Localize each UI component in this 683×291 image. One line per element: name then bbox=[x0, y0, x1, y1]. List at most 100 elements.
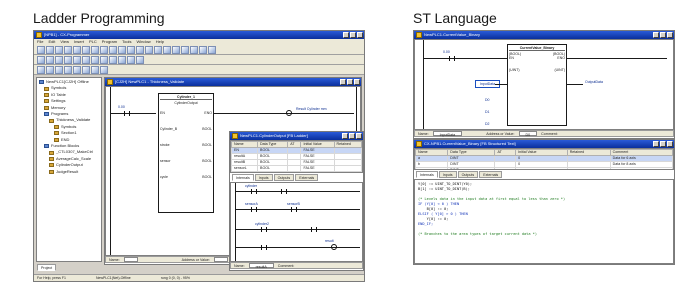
menu-program[interactable]: Program bbox=[102, 39, 117, 45]
function-block-current-value[interactable]: CurrentValue_Binary (BOOL) (BOOL) EN ENO (… bbox=[507, 44, 567, 126]
comment-icon[interactable] bbox=[127, 56, 135, 64]
instruction-icon[interactable] bbox=[91, 56, 99, 64]
tab-outputs[interactable]: Outputs bbox=[457, 171, 479, 178]
find-icon[interactable] bbox=[118, 46, 126, 54]
cut-icon[interactable] bbox=[73, 46, 81, 54]
function-block-cylinder[interactable]: Cylinder_1 CylinderOutput EN ENO Cylinder… bbox=[158, 93, 214, 213]
contact[interactable] bbox=[291, 207, 297, 212]
menu-edit[interactable]: Edit bbox=[48, 39, 55, 45]
infobar-name-field[interactable] bbox=[123, 257, 138, 262]
data-trace-icon[interactable] bbox=[100, 66, 108, 74]
force-icon[interactable] bbox=[64, 66, 72, 74]
nc-coil-icon[interactable] bbox=[82, 56, 90, 64]
mode-program-icon[interactable] bbox=[37, 66, 45, 74]
no-contact-icon[interactable] bbox=[37, 56, 45, 64]
maximize-icon[interactable] bbox=[350, 32, 356, 38]
contact[interactable] bbox=[311, 227, 317, 232]
close-icon[interactable] bbox=[357, 32, 363, 38]
tab-internals[interactable]: Internals bbox=[232, 174, 254, 181]
no-coil-icon[interactable] bbox=[73, 56, 81, 64]
compile-icon[interactable] bbox=[145, 46, 153, 54]
tab-internals[interactable]: Internals bbox=[416, 171, 438, 178]
transfer-icon[interactable] bbox=[136, 46, 144, 54]
horizontal-line-icon[interactable] bbox=[64, 56, 72, 64]
maximize-icon[interactable] bbox=[660, 32, 666, 38]
online-icon[interactable] bbox=[127, 46, 135, 54]
copy-icon[interactable] bbox=[82, 46, 90, 54]
paste-icon[interactable] bbox=[91, 46, 99, 54]
st-code-editor[interactable]: Y[0] := UINT_TO_DINT(Y0); B[1] := UINT_TO… bbox=[414, 179, 674, 264]
menu-window[interactable]: Window bbox=[136, 39, 150, 45]
infobar-name-field[interactable]: InputData bbox=[432, 131, 463, 137]
st-language-caption: ST Language bbox=[413, 10, 497, 26]
table-row[interactable]: sensorRBOOL FALSE bbox=[231, 171, 362, 172]
open-file-icon[interactable] bbox=[46, 46, 54, 54]
coil[interactable] bbox=[286, 110, 292, 116]
nc-contact-icon[interactable] bbox=[46, 56, 54, 64]
tree-item[interactable]: JudgeResult bbox=[39, 169, 99, 175]
menu-help[interactable]: Help bbox=[156, 39, 164, 45]
fb-icon[interactable] bbox=[199, 46, 207, 54]
menu-plc[interactable]: PLC bbox=[89, 39, 97, 45]
menu-view[interactable]: View bbox=[60, 39, 69, 45]
minimize-icon[interactable] bbox=[343, 32, 349, 38]
close-icon[interactable] bbox=[356, 133, 362, 139]
menu-tools[interactable]: Tools bbox=[122, 39, 131, 45]
monitor-icon[interactable] bbox=[154, 46, 162, 54]
infobar-address-field[interactable]: D0 bbox=[518, 131, 538, 137]
close-icon[interactable] bbox=[667, 141, 673, 147]
fb-call-icon[interactable] bbox=[100, 56, 108, 64]
undo-icon[interactable] bbox=[100, 46, 108, 54]
tab-project[interactable]: Project bbox=[37, 264, 57, 271]
contact[interactable] bbox=[261, 245, 267, 250]
grid-icon[interactable] bbox=[172, 46, 180, 54]
maximize-icon[interactable] bbox=[347, 79, 353, 85]
coil-icon[interactable] bbox=[190, 46, 198, 54]
fb-port-row: EN ENO bbox=[509, 56, 565, 60]
close-icon[interactable] bbox=[354, 79, 360, 85]
menu-insert[interactable]: Insert bbox=[74, 39, 84, 45]
minimize-icon[interactable] bbox=[653, 141, 659, 147]
infobar-name-field[interactable]: resultA bbox=[248, 263, 274, 269]
tab-inputs[interactable]: Inputs bbox=[438, 171, 457, 178]
contact[interactable] bbox=[261, 227, 267, 232]
tab-externals[interactable]: Externals bbox=[479, 171, 503, 178]
tab-outputs[interactable]: Outputs bbox=[273, 174, 295, 181]
contact[interactable] bbox=[449, 56, 455, 61]
menu-file[interactable]: File bbox=[37, 39, 43, 45]
minimize-icon[interactable] bbox=[342, 133, 348, 139]
rung-label: result bbox=[325, 239, 334, 243]
mode-monitor-icon[interactable] bbox=[55, 66, 63, 74]
contact-icon[interactable] bbox=[181, 46, 189, 54]
contact[interactable] bbox=[124, 111, 130, 116]
st-icon[interactable] bbox=[109, 56, 117, 64]
maximize-icon[interactable] bbox=[349, 133, 355, 139]
new-file-icon[interactable] bbox=[37, 46, 45, 54]
print-icon[interactable] bbox=[64, 46, 72, 54]
tab-externals[interactable]: Externals bbox=[295, 174, 319, 181]
bookmark-icon[interactable] bbox=[136, 56, 144, 64]
rung-icon[interactable] bbox=[118, 56, 126, 64]
fb-output: BOOL bbox=[202, 127, 212, 131]
zoom-icon[interactable] bbox=[163, 46, 171, 54]
minimize-icon[interactable] bbox=[340, 79, 346, 85]
contact[interactable] bbox=[251, 207, 257, 212]
vertical-line-icon[interactable] bbox=[55, 56, 63, 64]
contact[interactable] bbox=[251, 189, 257, 194]
fb-icon bbox=[49, 150, 54, 155]
help-icon[interactable] bbox=[208, 46, 216, 54]
diff-icon[interactable] bbox=[91, 66, 99, 74]
maximize-icon[interactable] bbox=[660, 141, 666, 147]
infobar-address-field[interactable] bbox=[213, 257, 228, 262]
close-icon[interactable] bbox=[667, 32, 673, 38]
reset-icon[interactable] bbox=[82, 66, 90, 74]
tab-inputs[interactable]: Inputs bbox=[254, 174, 273, 181]
save-icon[interactable] bbox=[55, 46, 63, 54]
contact[interactable] bbox=[281, 189, 287, 194]
mode-run-icon[interactable] bbox=[46, 66, 54, 74]
table-row[interactable]: c DINT bbox=[415, 167, 673, 169]
set-icon[interactable] bbox=[73, 66, 81, 74]
coil[interactable] bbox=[331, 244, 337, 250]
redo-icon[interactable] bbox=[109, 46, 117, 54]
minimize-icon[interactable] bbox=[653, 32, 659, 38]
